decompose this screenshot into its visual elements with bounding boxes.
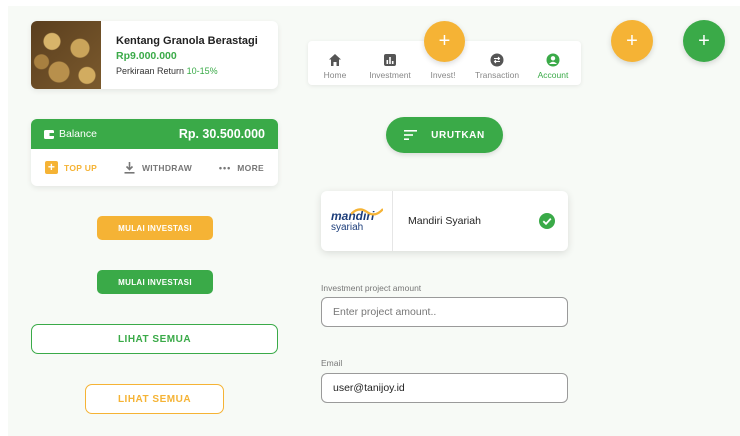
email-label: Email: [321, 358, 343, 368]
more-dots-icon: •••: [218, 162, 232, 173]
return-label: Perkiraan Return: [116, 65, 185, 76]
logo-sub: syariah: [331, 221, 364, 233]
nav-item-account[interactable]: Account: [532, 41, 574, 85]
add-fab-yellow[interactable]: +: [611, 20, 653, 62]
top-up-label: TOP UP: [64, 162, 98, 173]
product-title: Kentang Granola Berastagi: [116, 34, 258, 47]
nav-item-investment[interactable]: Investment: [364, 41, 416, 85]
amount-label: Investment project amount: [321, 283, 422, 293]
nav-label-home: Home: [323, 70, 347, 80]
check-circle-icon: [539, 213, 555, 229]
balance-label-group: Balance: [44, 128, 97, 140]
nav-label-invest: Invest!: [430, 70, 456, 80]
nav-label-account: Account: [537, 70, 569, 80]
amount-input[interactable]: [321, 297, 568, 327]
product-price: Rp9.000.000: [116, 49, 177, 62]
nav-item-home[interactable]: Home: [317, 41, 353, 85]
chart-icon: [384, 54, 396, 66]
nav-label-investment: Investment: [369, 70, 411, 80]
balance-actions: + TOP UP WITHDRAW ••• MORE: [31, 149, 278, 186]
wallet-icon: [44, 129, 54, 139]
nav-label-transaction: Transaction: [474, 70, 520, 80]
email-input[interactable]: [321, 373, 568, 403]
more-button[interactable]: ••• MORE: [219, 163, 264, 173]
home-icon: [329, 54, 341, 66]
balance-header: Balance Rp. 30.500.000: [31, 119, 278, 149]
mulai-investasi-button-yellow[interactable]: MULAI INVESTASI: [97, 216, 213, 240]
transfer-icon: [490, 53, 504, 67]
product-image: [31, 21, 101, 89]
plus-icon: +: [45, 161, 58, 174]
invest-fab-button[interactable]: +: [424, 21, 465, 62]
balance-label: Balance: [59, 128, 97, 140]
return-value: 10-15%: [186, 65, 218, 76]
add-fab-green[interactable]: +: [683, 20, 725, 62]
user-icon: [546, 53, 560, 67]
urutkan-button[interactable]: URUTKAN: [386, 117, 503, 153]
mandiri-wave-icon: [351, 208, 383, 216]
bank-option-card[interactable]: mandiri syariah Mandiri Syariah: [321, 191, 568, 251]
nav-item-transaction[interactable]: Transaction: [469, 41, 525, 85]
bank-logo: mandiri syariah: [321, 191, 393, 251]
more-label: MORE: [237, 162, 264, 173]
lihat-semua-button-yellow[interactable]: LIHAT SEMUA: [85, 384, 224, 414]
product-info: Kentang Granola Berastagi Rp9.000.000 Pe…: [101, 35, 258, 76]
top-up-button[interactable]: + TOP UP: [45, 161, 97, 174]
bank-name: Mandiri Syariah: [408, 215, 481, 227]
balance-card: Balance Rp. 30.500.000 + TOP UP WITHDRAW…: [31, 119, 278, 186]
product-return: Perkiraan Return 10-15%: [116, 66, 258, 76]
product-card[interactable]: Kentang Granola Berastagi Rp9.000.000 Pe…: [31, 21, 278, 89]
urutkan-label: URUTKAN: [431, 129, 485, 141]
mulai-investasi-button-green[interactable]: MULAI INVESTASI: [97, 270, 213, 294]
sort-icon: [404, 130, 418, 140]
withdraw-label: WITHDRAW: [141, 162, 193, 173]
download-icon: [124, 161, 135, 174]
withdraw-button[interactable]: WITHDRAW: [124, 161, 193, 174]
balance-amount: Rp. 30.500.000: [178, 127, 265, 141]
lihat-semua-button-green[interactable]: LIHAT SEMUA: [31, 324, 278, 354]
